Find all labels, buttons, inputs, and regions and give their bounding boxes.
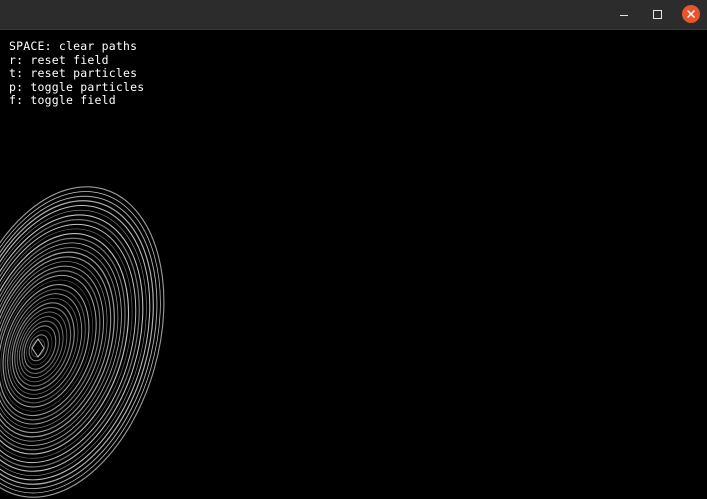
close-button[interactable]: [674, 0, 707, 28]
minimize-icon: [620, 15, 628, 16]
help-line-reset-field: r: reset field: [9, 52, 109, 67]
app-window: SPACE: clear paths r: reset field t: res…: [0, 0, 707, 499]
minimize-button[interactable]: [607, 0, 641, 28]
help-line-toggle-particles: p: toggle particles: [9, 79, 145, 94]
help-line-reset-particles: t: reset particles: [9, 66, 138, 80]
close-x-glyph: [687, 10, 695, 18]
help-line-toggle-field: f: toggle field: [9, 93, 116, 107]
help-line-clear-paths: SPACE: clear paths: [9, 39, 138, 53]
particle-path-ring: [0, 186, 165, 498]
maximize-icon: [652, 9, 662, 19]
close-icon: [682, 5, 700, 23]
vortex-core: [31, 338, 45, 358]
simulation-canvas[interactable]: SPACE: clear paths r: reset field t: res…: [0, 30, 707, 499]
title-bar[interactable]: [0, 0, 707, 30]
keyboard-help-text: SPACE: clear paths r: reset field t: res…: [9, 39, 145, 108]
maximize-button[interactable]: [640, 0, 674, 28]
particle-path-ring: [23, 325, 57, 370]
